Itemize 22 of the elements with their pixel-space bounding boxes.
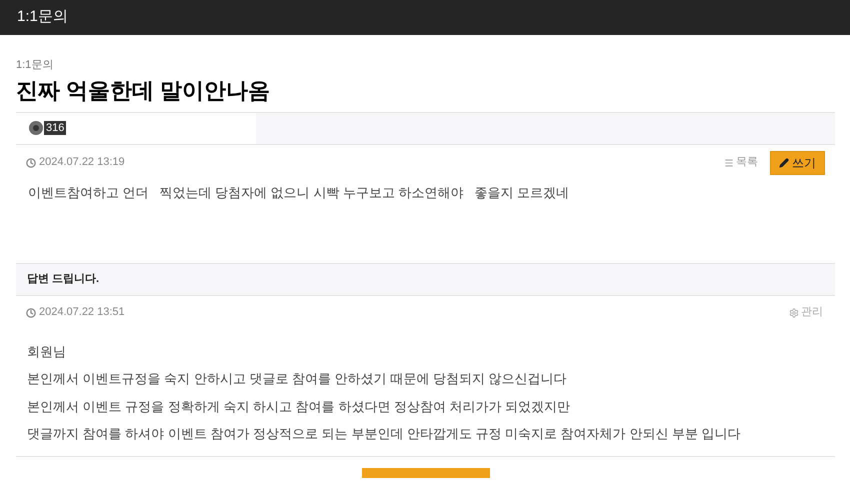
list-button[interactable]: 목록: [724, 154, 758, 171]
post-title: 진짜 억울한데 말이안나옴: [16, 76, 272, 104]
settings-icon: [789, 308, 799, 318]
manage-button[interactable]: 관리: [789, 304, 823, 321]
page-title: 1:1문의: [17, 7, 68, 28]
breadcrumb: 1:1문의: [16, 58, 54, 73]
post-body: 이벤트참여하고 언더 찍었는데 당첨자에 없으니 시빡 누구보고 하소연해야 좋을지 모르겠네: [27, 184, 570, 202]
answer-line: 본인께서 이벤트 규정을 정확하게 숙지 하시고 참여를 하셨다면 정상참여 처리가가 되었겠지만: [27, 398, 572, 416]
answer-date: 2024.07.22 13:51: [26, 304, 125, 321]
pencil-icon: [779, 158, 789, 168]
level-number: 316: [44, 121, 66, 135]
post-date: 2024.07.22 13:19: [26, 154, 125, 171]
clock-icon: [26, 308, 36, 318]
answer-line: 본인께서 이벤트규정을 숙지 안하시고 댓글로 참여를 안하셨기 때문에 당첨되지 않으신겁니다: [27, 370, 568, 388]
answer-line: 회원님: [27, 342, 67, 360]
answer-title: 답변 드립니다.: [27, 272, 100, 287]
clock-icon: [26, 158, 36, 168]
emblem-icon: [28, 120, 44, 136]
bottom-button[interactable]: [362, 468, 490, 478]
menu-icon: [724, 158, 734, 168]
answer-line: 댓글까지 참여를 하셔야 이벤트 참여가 정상적으로 되는 부분인데 안타깝게도 규정 미숙지로 참여자체가 안되신 부분 입니다: [27, 425, 742, 443]
write-button[interactable]: 쓰기: [770, 150, 825, 174]
